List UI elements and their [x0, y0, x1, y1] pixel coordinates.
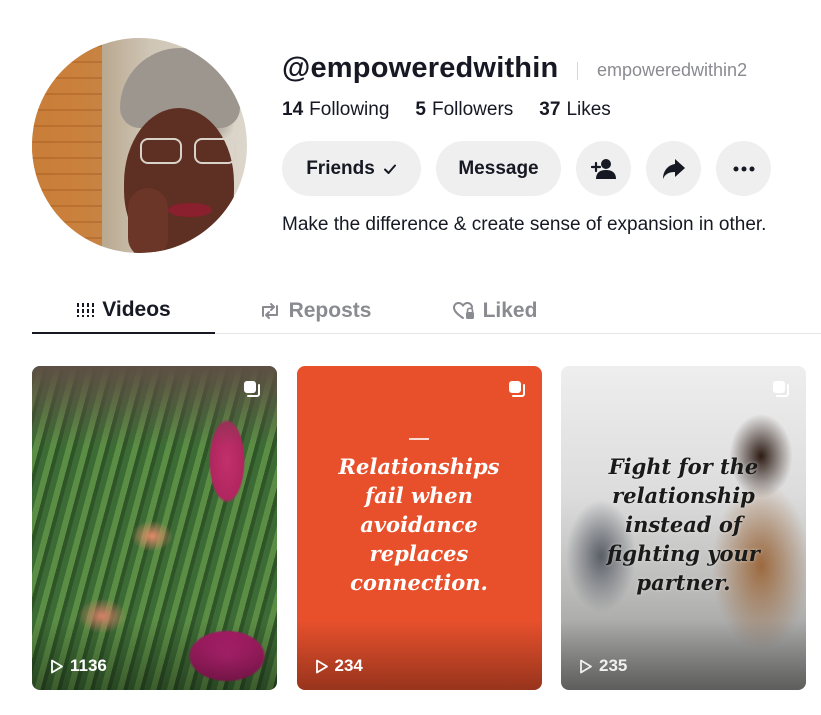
avatar-hand: [128, 188, 168, 253]
play-icon: [315, 659, 328, 673]
profile-stats: 14 Following 5 Followers 37 Likes: [282, 99, 637, 121]
stat-label: Likes: [566, 99, 611, 120]
card-shade: [32, 620, 277, 690]
grid-bars-icon: [77, 303, 95, 317]
view-count-value: 235: [599, 656, 628, 675]
avatar-glasses: [140, 138, 240, 166]
play-icon: [51, 659, 63, 673]
profile-actions: Friends Message: [282, 141, 786, 196]
video-card[interactable]: Relationships fail when avoidance replac…: [296, 366, 542, 690]
overlay-line: fail when: [365, 483, 473, 508]
message-button-label: Message: [458, 157, 539, 179]
stat-following[interactable]: 14 Following: [282, 99, 389, 121]
video-card[interactable]: 1136: [32, 366, 277, 690]
add-friend-icon: [590, 158, 616, 179]
view-count: 1136: [50, 656, 107, 676]
avatar-background: [32, 38, 102, 253]
profile-tabs: Videos Reposts Liked: [32, 288, 821, 334]
video-overlay-text: Relationships fail when avoidance replac…: [297, 452, 542, 597]
view-count: 235: [579, 656, 627, 676]
view-count-value: 1136: [70, 656, 107, 675]
multi-photo-icon: [508, 381, 525, 397]
video-overlay-text: Fight for the relationship instead of fi…: [561, 452, 806, 597]
overlay-line: instead of: [625, 512, 742, 537]
video-grid: 1136 Relationships fail when avoidance r…: [32, 366, 806, 690]
tab-label: Videos: [102, 298, 171, 321]
stat-followers[interactable]: 5 Followers: [415, 99, 513, 121]
friends-button[interactable]: Friends: [282, 141, 421, 196]
heart-lock-icon: [452, 301, 474, 319]
check-icon: [383, 164, 396, 174]
message-button[interactable]: Message: [436, 141, 561, 196]
stat-value: 37: [539, 99, 561, 120]
view-count-value: 234: [334, 656, 363, 675]
overlay-line: replaces: [369, 541, 469, 566]
repost-icon: [261, 302, 278, 319]
profile-username: @empoweredwithin: [282, 52, 559, 84]
overlay-line: connection.: [350, 570, 488, 595]
overlay-line: relationship: [612, 483, 755, 508]
tab-label: Liked: [482, 298, 538, 322]
decorative-dash: [408, 438, 429, 440]
overlay-line: avoidance: [360, 512, 478, 537]
tab-reposts[interactable]: Reposts: [245, 288, 385, 333]
multi-photo-icon: [773, 381, 789, 397]
overlay-line: Relationships: [338, 454, 500, 479]
video-card[interactable]: Fight for the relationship instead of fi…: [561, 366, 806, 690]
share-button[interactable]: [646, 141, 701, 196]
card-shade: [561, 620, 806, 690]
stat-value: 5: [415, 99, 426, 120]
overlay-line: fighting your: [607, 541, 760, 566]
play-icon: [580, 659, 592, 673]
overlay-line: Fight for the: [608, 454, 759, 479]
friends-button-label: Friends: [306, 157, 375, 179]
more-button[interactable]: [716, 141, 771, 196]
profile-avatar[interactable]: [32, 38, 247, 253]
overlay-line: partner.: [636, 570, 731, 595]
stat-label: Followers: [431, 99, 514, 120]
name-separator: [577, 62, 578, 80]
tab-label: Reposts: [288, 298, 372, 322]
card-shade: [296, 620, 542, 690]
profile-nickname: empoweredwithin2: [597, 60, 748, 80]
avatar-lips: [168, 203, 212, 217]
stat-likes: 37 Likes: [539, 99, 611, 121]
add-friend-button[interactable]: [576, 141, 631, 196]
share-icon: [662, 158, 685, 179]
more-icon: [733, 166, 754, 171]
stat-label: Following: [309, 99, 390, 120]
multi-photo-icon: [244, 381, 260, 397]
stat-value: 14: [282, 99, 304, 120]
tab-videos[interactable]: Videos: [32, 288, 215, 334]
view-count: 234: [315, 656, 363, 676]
profile-bio: Make the difference & create sense of ex…: [282, 214, 767, 235]
tab-liked[interactable]: Liked: [425, 288, 565, 333]
